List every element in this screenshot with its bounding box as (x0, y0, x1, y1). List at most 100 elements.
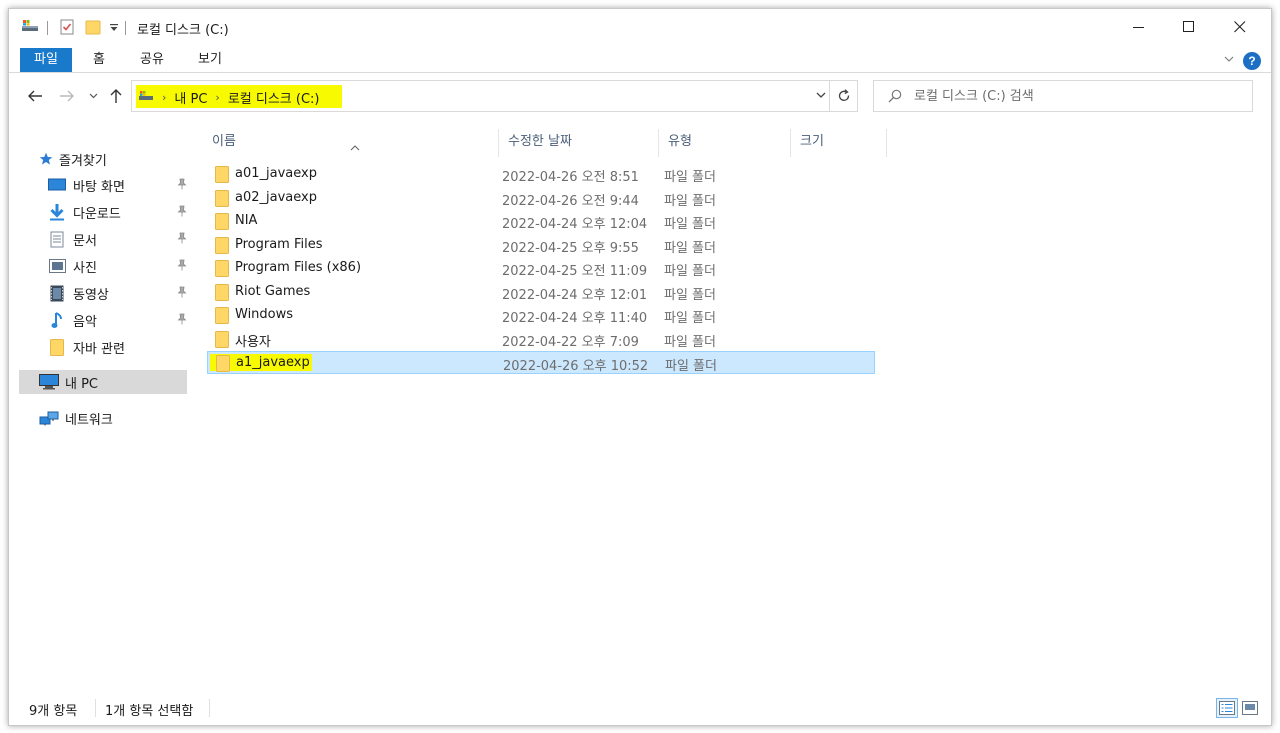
table-row[interactable]: a01_javaexp 2022-04-26 오전 8:51 파일 폴더 (207, 163, 875, 186)
document-icon (47, 230, 67, 248)
column-date[interactable]: 수정한 날짜 (500, 127, 658, 157)
pin-icon[interactable] (177, 259, 187, 275)
sidebar-item-music[interactable]: 음악 (47, 308, 187, 332)
sidebar-item-pictures[interactable]: 사진 (47, 254, 187, 278)
folder-icon (215, 166, 229, 187)
chevron-down-icon (89, 93, 97, 99)
sidebar-quick-access[interactable]: 즐겨찾기 (39, 147, 207, 171)
sidebar-item-label: 자바 관련 (73, 341, 125, 357)
help-button[interactable]: ? (1243, 52, 1261, 70)
table-row[interactable]: Riot Games 2022-04-24 오후 12:01 파일 폴더 (207, 281, 875, 304)
sidebar-item-label: 네트워크 (65, 412, 113, 428)
pin-icon[interactable] (177, 286, 187, 302)
file-type: 파일 폴더 (664, 217, 716, 232)
folder-icon (215, 330, 229, 352)
pin-icon[interactable] (177, 178, 187, 194)
file-date: 2022-04-26 오전 8:51 (502, 170, 639, 185)
table-row[interactable]: a02_javaexp 2022-04-26 오전 9:44 파일 폴더 (207, 187, 875, 210)
computer-icon (39, 373, 59, 391)
breadcrumb: › 내 PC › 로컬 디스크 (C:) (138, 88, 320, 107)
file-date: 2022-04-24 오후 12:04 (502, 217, 648, 232)
sort-ascending-icon (350, 133, 360, 163)
table-row[interactable]: a1_javaexp 2022-04-26 오후 10:52 파일 폴더 (207, 351, 875, 374)
sidebar-item-desktop[interactable]: 바탕 화면 (47, 173, 187, 197)
large-icons-view-button[interactable] (1239, 698, 1261, 718)
videos-icon (47, 284, 67, 302)
star-icon (39, 150, 53, 168)
sidebar-item-label: 동영상 (73, 287, 109, 303)
folder-icon (47, 338, 67, 356)
large-icons-view-icon (1242, 701, 1258, 715)
sidebar-item-java[interactable]: 자바 관련 (47, 335, 187, 359)
search-input[interactable] (914, 87, 1234, 105)
expand-ribbon-icon[interactable] (1223, 53, 1235, 69)
new-folder-icon[interactable] (85, 19, 101, 35)
folder-icon (215, 189, 229, 211)
file-name: NIA (235, 213, 258, 228)
tab-share[interactable]: 공유 (131, 48, 173, 72)
close-button[interactable] (1217, 9, 1263, 45)
file-date: 2022-04-24 오후 12:01 (502, 287, 648, 303)
item-count: 9개 항목 (29, 704, 78, 719)
tab-home[interactable]: 홈 (81, 48, 117, 72)
sidebar-item-downloads[interactable]: 다운로드 (47, 200, 187, 224)
breadcrumb-this-pc[interactable]: 내 PC (174, 88, 207, 107)
minimize-button[interactable] (1116, 9, 1162, 45)
file-type: 파일 폴더 (665, 359, 717, 374)
address-history-button[interactable] (815, 89, 827, 105)
customize-quick-access-icon[interactable] (109, 23, 119, 33)
tab-view[interactable]: 보기 (189, 48, 231, 72)
file-name: Program Files (235, 236, 323, 252)
file-type: 파일 폴더 (664, 334, 716, 350)
details-view-icon (1219, 701, 1235, 715)
column-name-label: 이름 (212, 134, 236, 149)
navigation-bar: › 내 PC › 로컬 디스크 (C:) (9, 73, 1271, 117)
table-row[interactable]: 사용자 2022-04-22 오후 7:09 파일 폴더 (207, 328, 875, 351)
sidebar-item-documents[interactable]: 문서 (47, 227, 187, 251)
tab-file[interactable]: 파일 (20, 48, 72, 72)
back-button[interactable] (25, 88, 45, 104)
address-bar[interactable]: › 내 PC › 로컬 디스크 (C:) (131, 80, 858, 112)
breadcrumb-separator-icon[interactable]: › (215, 91, 219, 104)
table-row[interactable]: Program Files 2022-04-25 오후 9:55 파일 폴더 (207, 234, 875, 257)
sidebar-item-label: 사진 (73, 260, 97, 276)
column-size-label: 크기 (800, 134, 824, 149)
sidebar-item-label: 바탕 화면 (73, 179, 125, 195)
column-size[interactable]: 크기 (792, 127, 878, 157)
search-box[interactable] (873, 80, 1253, 112)
recent-locations-button[interactable] (87, 88, 99, 104)
table-row[interactable]: NIA 2022-04-24 오후 12:04 파일 폴더 (207, 210, 875, 233)
file-name: a02_javaexp (235, 189, 317, 205)
up-button[interactable] (107, 88, 125, 104)
file-name: Program Files (x86) (235, 260, 362, 275)
breadcrumb-separator-icon[interactable]: › (162, 91, 166, 104)
sidebar-item-network[interactable]: 네트워크 (39, 406, 187, 430)
folder-icon (215, 283, 229, 305)
folder-icon (215, 213, 229, 234)
pin-icon[interactable] (177, 313, 187, 329)
column-name[interactable]: 이름 (204, 127, 498, 157)
refresh-button[interactable] (829, 81, 857, 111)
sidebar-item-label: 음악 (73, 314, 97, 330)
download-icon (47, 203, 67, 221)
column-type[interactable]: 유형 (660, 127, 790, 157)
folder-icon (215, 260, 229, 281)
file-name: Riot Games (235, 283, 311, 299)
file-name: 사용자 (235, 334, 271, 350)
table-row[interactable]: Program Files (x86) 2022-04-25 오전 11:09 파일… (207, 257, 875, 280)
properties-icon[interactable] (59, 19, 75, 35)
breadcrumb-local-disk[interactable]: 로컬 디스크 (C:) (228, 88, 320, 107)
sidebar-item-videos[interactable]: 동영상 (47, 281, 187, 305)
sidebar-item-this-pc[interactable]: 내 PC (19, 370, 187, 394)
pin-icon[interactable] (177, 205, 187, 221)
back-arrow-icon (28, 90, 42, 102)
table-row[interactable]: Windows 2022-04-24 오후 11:40 파일 폴더 (207, 304, 875, 327)
pin-icon[interactable] (177, 232, 187, 248)
details-view-button[interactable] (1216, 698, 1238, 718)
maximize-button[interactable] (1166, 9, 1212, 45)
up-arrow-icon (110, 89, 122, 103)
file-name: a1_javaexp (236, 355, 310, 370)
minimize-icon (1133, 27, 1144, 28)
file-date: 2022-04-24 오후 11:40 (502, 311, 648, 326)
forward-button[interactable] (57, 88, 77, 104)
